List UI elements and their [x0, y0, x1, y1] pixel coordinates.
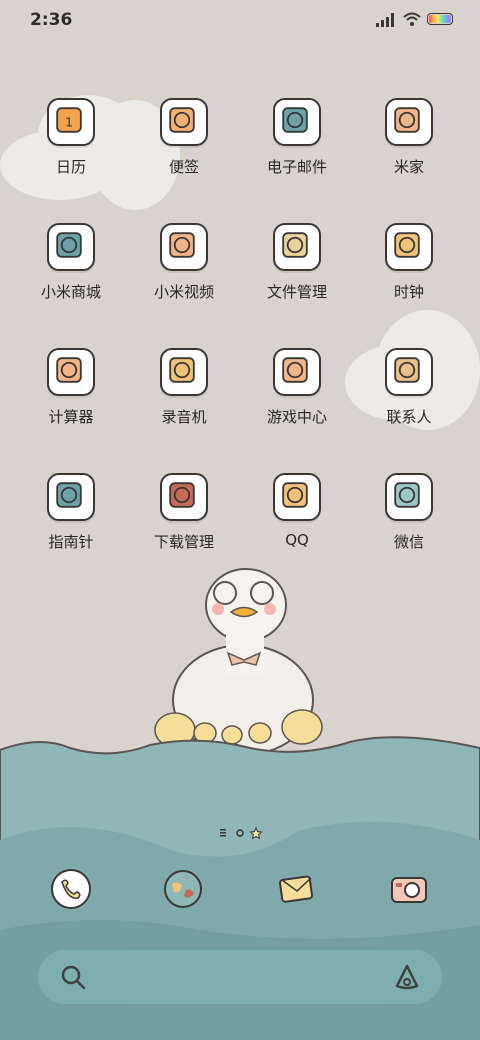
app-label: 小米视频 [153, 283, 214, 301]
app-qq[interactable]: QQ [241, 473, 353, 549]
battery-icon [427, 13, 453, 25]
page-indicator [220, 824, 264, 843]
app-label: 小米商城 [40, 283, 101, 301]
clock-bell-icon [385, 223, 433, 271]
assistant-icon[interactable] [392, 962, 422, 992]
app-label: 时钟 [393, 283, 424, 301]
wifi-icon [403, 12, 421, 26]
email-icon [273, 98, 321, 146]
contacts-icon [385, 348, 433, 396]
game-center-icon [273, 348, 321, 396]
signal-icon [376, 13, 394, 27]
page-dot [236, 829, 244, 837]
status-bar: 2:36 [0, 0, 480, 42]
app-notes[interactable]: 便签 [128, 98, 240, 177]
app-video[interactable]: 小米视频 [128, 223, 240, 302]
svg-text:1: 1 [65, 114, 73, 129]
app-email[interactable]: 电子邮件 [241, 98, 353, 177]
app-label: 米家 [393, 158, 424, 176]
app-label: 便签 [168, 158, 199, 176]
page-dot-current [249, 826, 263, 840]
app-label: 日历 [55, 158, 86, 176]
app-mijia[interactable]: 米家 [353, 98, 465, 177]
app-label: 录音机 [161, 408, 207, 426]
phone-icon[interactable] [48, 866, 94, 912]
app-label: 计算器 [48, 408, 94, 426]
store-icon [47, 223, 95, 271]
app-clock-bell[interactable]: 时钟 [353, 223, 465, 302]
app-label: 电子邮件 [266, 158, 327, 176]
app-files[interactable]: 文件管理 [241, 223, 353, 302]
camera-icon[interactable] [386, 866, 432, 912]
status-time: 2:36 [30, 10, 73, 30]
app-calculator[interactable]: 计算器 [15, 348, 127, 427]
app-contacts[interactable]: 联系人 [353, 348, 465, 427]
app-download[interactable]: 下载管理 [128, 473, 240, 552]
mijia-icon [385, 98, 433, 146]
browser-icon[interactable] [160, 866, 206, 912]
app-label: 指南针 [48, 533, 94, 551]
wechat-icon [385, 473, 433, 521]
calculator-icon [47, 348, 95, 396]
app-label: QQ [285, 531, 309, 549]
files-icon [273, 223, 321, 271]
qq-icon [273, 473, 321, 521]
download-icon [160, 473, 208, 521]
notes-icon [160, 98, 208, 146]
app-store[interactable]: 小米商城 [15, 223, 127, 302]
app-wechat[interactable]: 微信 [353, 473, 465, 552]
app-game-center[interactable]: 游戏中心 [241, 348, 353, 427]
messages-icon[interactable] [274, 866, 320, 912]
recorder-icon [160, 348, 208, 396]
app-compass[interactable]: 指南针 [15, 473, 127, 552]
app-calendar[interactable]: 1 日历 [15, 98, 127, 177]
compass-icon [47, 473, 95, 521]
app-recorder[interactable]: 录音机 [128, 348, 240, 427]
app-label: 联系人 [386, 408, 432, 426]
app-label: 游戏中心 [266, 408, 327, 426]
search-bar[interactable] [38, 950, 442, 1004]
search-icon [61, 965, 86, 990]
video-icon [160, 223, 208, 271]
app-label: 下载管理 [153, 533, 214, 551]
page-dot-menu-icon [220, 829, 226, 837]
calendar-icon: 1 [47, 98, 95, 146]
app-label: 文件管理 [266, 283, 327, 301]
app-label: 微信 [393, 533, 424, 551]
